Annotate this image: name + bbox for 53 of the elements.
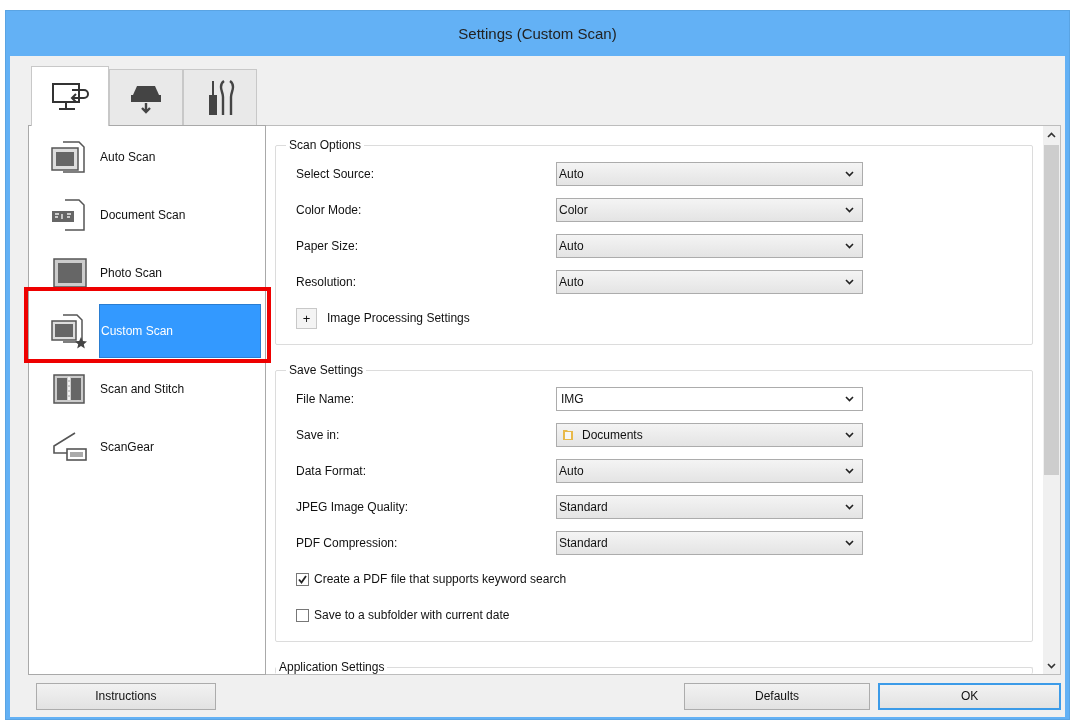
dialog-button[interactable]: Instructions: [36, 682, 216, 710]
chevron-down-icon: [845, 504, 854, 510]
dropdown[interactable]: Standard: [556, 495, 863, 519]
chevron-down-icon: [845, 396, 854, 402]
dialog-button[interactable]: OK: [878, 682, 1061, 710]
scan-type-item[interactable]: Photo Scan: [99, 246, 261, 300]
combo-box[interactable]: IMG: [556, 387, 863, 411]
tab[interactable]: [31, 66, 109, 126]
scrollbar-thumb[interactable]: [1044, 145, 1059, 475]
pages-star-icon: [49, 312, 89, 350]
checkmark-icon: [298, 574, 307, 584]
field-label: JPEG Image Quality:: [296, 500, 410, 514]
field-label: Select Source:: [296, 167, 376, 181]
field-label: PDF Compression:: [296, 536, 399, 550]
checkbox-label: Create a PDF file that supports keyword search: [314, 572, 567, 586]
tab[interactable]: [109, 69, 183, 125]
group-title: Application Settings: [278, 660, 386, 674]
field-label: Save in:: [296, 428, 341, 442]
chevron-down-icon: [845, 171, 854, 177]
tab[interactable]: [183, 69, 257, 125]
field-label: Paper Size:: [296, 239, 360, 253]
group-title: Scan Options: [288, 138, 363, 152]
dropdown[interactable]: Auto: [556, 270, 863, 294]
checkbox-label: Save to a subfolder with current date: [314, 608, 510, 622]
scan-type-item[interactable]: Document Scan: [99, 188, 261, 242]
dropdown[interactable]: Documents: [556, 423, 863, 447]
chevron-down-icon: [845, 243, 854, 249]
expand-button[interactable]: +: [296, 307, 317, 329]
expander-label: Image Processing Settings: [327, 311, 470, 325]
dialog-button[interactable]: Defaults: [683, 682, 871, 710]
chevron-down-icon: [845, 279, 854, 285]
dropdown[interactable]: Standard: [556, 531, 863, 555]
chevron-down-icon: [845, 432, 854, 438]
chevron-down-icon: [845, 468, 854, 474]
field-label: Color Mode:: [296, 203, 363, 217]
scan-type-item[interactable]: ScanGear: [99, 420, 261, 474]
dropdown[interactable]: Color: [556, 198, 863, 222]
field-label: Data Format:: [296, 464, 368, 478]
field-label: Resolution:: [296, 275, 358, 289]
chevron-down-icon: [845, 540, 854, 546]
scrollbar[interactable]: [1043, 126, 1060, 674]
scan-type-item[interactable]: Scan and Stitch: [99, 362, 261, 416]
chevron-down-icon: [845, 207, 854, 213]
window-title: Settings (Custom Scan): [458, 25, 617, 42]
monitor-arrow-icon: [50, 80, 90, 113]
checkbox[interactable]: [296, 608, 309, 622]
dropdown[interactable]: Auto: [556, 234, 863, 258]
dropdown[interactable]: Auto: [556, 459, 863, 483]
scan-type-item[interactable]: Auto Scan: [99, 130, 261, 184]
group-title: Save Settings: [288, 363, 365, 377]
field-label: File Name:: [296, 392, 355, 406]
dropdown[interactable]: Auto: [556, 162, 863, 186]
checkbox[interactable]: [296, 572, 309, 586]
